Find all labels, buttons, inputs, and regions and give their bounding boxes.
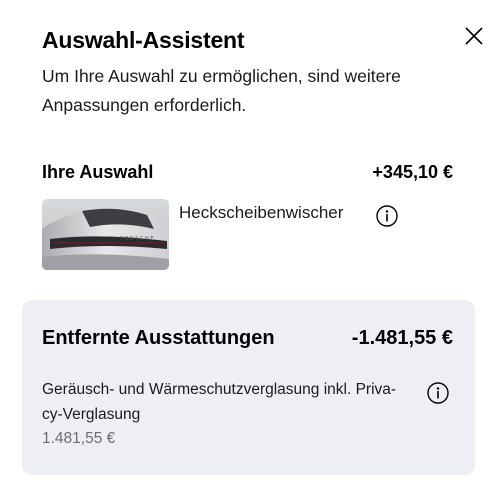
selection-info-button[interactable] <box>375 204 399 228</box>
removed-price: -1.481,55 € <box>351 327 453 349</box>
removed-item-price: 1.481,55 € <box>42 430 116 447</box>
info-icon <box>427 382 449 404</box>
svg-text:P O R S C H E: P O R S C H E <box>120 236 154 242</box>
selection-item-name: Heckscheibenwischer <box>179 203 344 222</box>
dialog-subtitle: Um Ihre Auswahl zu ermöglichen, sind wei… <box>42 66 401 115</box>
close-icon <box>465 27 483 45</box>
removed-item-name: Geräusch- und Wärmeschutzverglasung inkl… <box>42 381 397 423</box>
info-icon <box>376 205 398 227</box>
rear-car-thumbnail: P O R S C H E <box>42 199 169 270</box>
dialog-title: Auswahl-Assistent <box>42 27 245 53</box>
close-button[interactable] <box>462 24 486 48</box>
removed-equipment-panel: Entfernte Ausstattungen -1.481,55 € Gerä… <box>22 300 475 475</box>
removed-label: Entfernte Ausstattungen <box>42 327 275 349</box>
removed-info-button[interactable] <box>426 381 450 405</box>
selection-label: Ihre Auswahl <box>42 162 154 182</box>
selection-price: +345,10 € <box>372 162 453 182</box>
